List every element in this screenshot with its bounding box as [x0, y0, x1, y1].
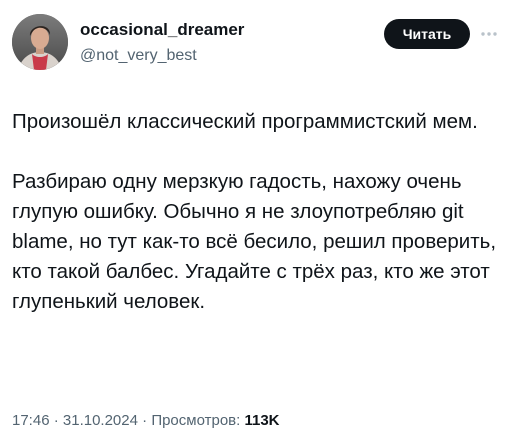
avatar[interactable] [12, 14, 68, 70]
views-count: 113K [244, 412, 280, 429]
tweet-text: Произошёл классический программистский м… [12, 107, 498, 317]
meta-separator: · [137, 412, 152, 429]
follow-button[interactable]: Читать [384, 19, 470, 49]
tweet-paragraph: Произошёл классический программистский м… [12, 110, 478, 133]
ellipsis-glyph [481, 32, 497, 36]
tweet-time[interactable]: 17:46 [12, 412, 50, 429]
meta-separator: · [49, 412, 63, 429]
tweet-meta: 17:46 · 31.10.2024 · Просмотров: 113K [12, 412, 280, 429]
author-handle[interactable]: @not_very_best [80, 47, 197, 65]
tweet-paragraph: Разбираю одну мерзкую гадость, нахожу оч… [12, 170, 497, 313]
author-display-name[interactable]: occasional_dreamer [80, 20, 244, 40]
avatar-image [12, 14, 68, 70]
tweet-card: occasional_dreamer @not_very_best Читать… [0, 0, 512, 448]
views-label: Просмотров: [151, 412, 245, 429]
tweet-date[interactable]: 31.10.2024 [63, 412, 138, 429]
ellipsis-icon[interactable] [478, 24, 500, 44]
